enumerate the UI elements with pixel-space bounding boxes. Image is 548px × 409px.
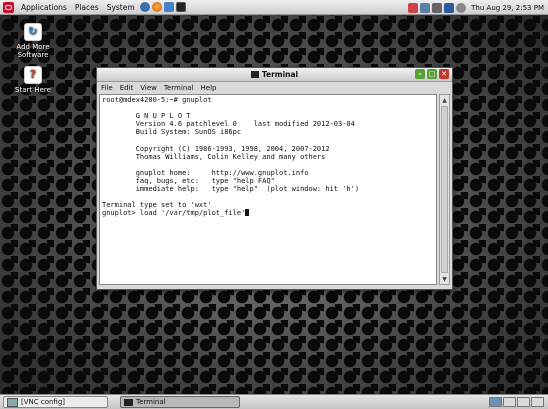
oracle-logo-icon[interactable]	[3, 1, 14, 13]
task-terminal[interactable]: Terminal	[120, 396, 240, 408]
mail-icon[interactable]	[163, 2, 174, 12]
minimize-button[interactable]: –	[415, 69, 425, 79]
terminal-icon	[250, 71, 259, 78]
task-vnc-config[interactable]: [VNC config]	[3, 396, 108, 408]
terminal-line: G N U P L O T	[102, 112, 191, 121]
terminal-window[interactable]: Terminal – □ ✕ File Edit View Terminal H…	[96, 67, 453, 290]
menu-view[interactable]: View	[140, 84, 157, 92]
terminal-line: gnuplot home: http://www.gnuplot.info	[102, 168, 309, 177]
system-tray: Thu Aug 29, 2:53 PM	[407, 1, 544, 14]
browser-icon[interactable]	[151, 2, 162, 12]
window-titlebar[interactable]: Terminal – □ ✕	[97, 68, 452, 82]
terminal-line: Terminal type set to 'wxt'	[102, 201, 212, 210]
window-buttons: – □ ✕	[413, 69, 449, 79]
terminal-icon	[124, 398, 133, 406]
scroll-down-icon[interactable]: ▼	[440, 274, 449, 284]
terminal-line: Build System: SunOS i86pc	[102, 128, 242, 137]
window-icon	[7, 397, 18, 407]
help-icon: ?	[24, 66, 42, 84]
update-icon[interactable]	[408, 2, 419, 13]
add-software-icon: ↻	[24, 23, 42, 41]
volume-icon[interactable]	[432, 2, 443, 13]
desktop-icon-label: Start Here	[15, 86, 51, 94]
bottom-panel: [VNC config] Terminal	[0, 394, 548, 409]
user-icon[interactable]	[444, 2, 455, 13]
terminal-scrollbar[interactable]: ▲ ▼	[439, 94, 450, 285]
terminal-text: root@mdex4200-5:~# gnuplot G N U P L O T…	[100, 95, 436, 218]
terminal-line: Version 4.6 patchlevel 0 last modified 2…	[102, 120, 355, 129]
top-panel: Applications Places System Thu Aug 29, 2…	[0, 0, 548, 15]
window-title: Terminal	[250, 70, 298, 79]
network-icon[interactable]	[420, 2, 431, 13]
workspace-3[interactable]	[517, 397, 530, 407]
menu-system[interactable]: System	[103, 3, 139, 12]
workspace-switcher	[488, 397, 544, 407]
clock[interactable]: Thu Aug 29, 2:53 PM	[471, 4, 544, 12]
menu-file[interactable]: File	[101, 84, 113, 92]
workspace-1[interactable]	[489, 397, 502, 407]
desktop-icon-start-here[interactable]: ? Start Here	[10, 66, 56, 94]
terminal-menubar: File Edit View Terminal Help	[97, 82, 452, 93]
terminal-line: Thomas Williams, Colin Kelley and many o…	[102, 152, 326, 161]
menu-edit[interactable]: Edit	[120, 84, 134, 92]
maximize-button[interactable]: □	[427, 69, 437, 79]
menu-help[interactable]: Help	[201, 84, 217, 92]
terminal-line: root@mdex4200-5:~# gnuplot	[102, 96, 212, 104]
terminal-output[interactable]: root@mdex4200-5:~# gnuplot G N U P L O T…	[99, 94, 437, 285]
scroll-up-icon[interactable]: ▲	[440, 95, 449, 105]
terminal-line: gnuplot> load '/var/tmp/plot_file'	[102, 209, 246, 218]
terminal-line: immediate help: type "help" (plot window…	[102, 185, 360, 194]
workspace-4[interactable]	[531, 397, 544, 407]
desktop-icon-add-software[interactable]: ↻ Add More Software	[10, 23, 56, 59]
terminal-icon[interactable]	[175, 2, 186, 12]
power-icon[interactable]	[456, 2, 467, 13]
terminal-line: faq, bugs, etc: type "help FAQ"	[102, 176, 275, 185]
help-icon[interactable]	[139, 2, 150, 12]
desktop-icon-label: Add More Software	[16, 43, 50, 59]
terminal-cursor	[245, 209, 250, 217]
menu-places[interactable]: Places	[71, 3, 103, 12]
workspace-2[interactable]	[503, 397, 516, 407]
menu-applications[interactable]: Applications	[17, 3, 71, 12]
terminal-line: Copyright (C) 1986-1993, 1998, 2004, 200…	[102, 144, 330, 153]
scrollbar-thumb[interactable]	[441, 106, 448, 273]
close-button[interactable]: ✕	[439, 69, 449, 79]
menu-terminal[interactable]: Terminal	[164, 84, 194, 92]
